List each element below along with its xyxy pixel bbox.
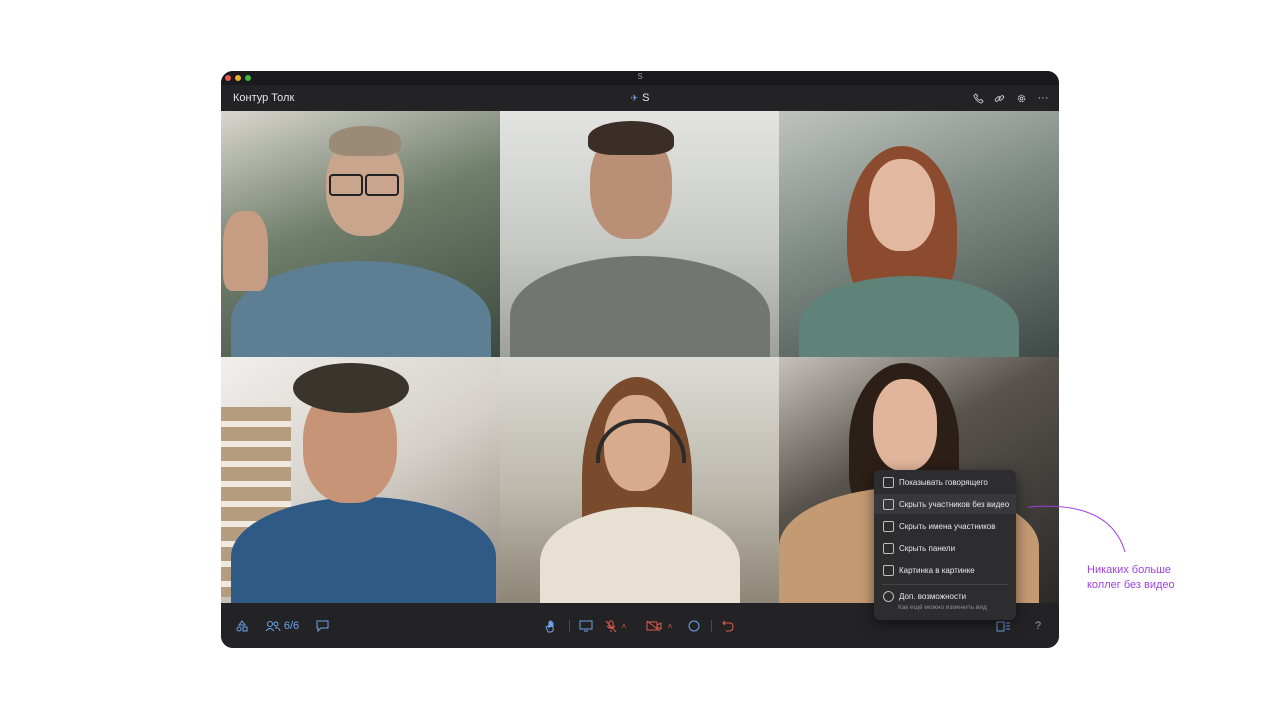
menu-item-picture-in-picture[interactable]: Картинка в картинке xyxy=(874,560,1016,580)
participant-face xyxy=(869,159,935,251)
shapes-icon[interactable] xyxy=(235,618,249,634)
glasses-icon xyxy=(329,174,363,196)
annotation-callout-line xyxy=(1027,505,1126,553)
phone-icon[interactable] xyxy=(971,91,985,105)
app-header: Контур Толк ✈ S ··· xyxy=(221,85,1059,111)
menu-item-more-options-sublabel: Как ещё можно изменить вид xyxy=(898,604,987,611)
leave-call-icon[interactable] xyxy=(721,618,735,634)
menu-item-hide-names[interactable]: Скрыть имена участников xyxy=(874,516,1016,536)
camera-off-icon[interactable] xyxy=(645,618,663,634)
waving-hand xyxy=(223,211,268,291)
participants-button[interactable]: 6/6 xyxy=(262,618,302,634)
participants-count: 6/6 xyxy=(283,620,300,632)
more-options-icon[interactable]: ··· xyxy=(1036,91,1050,105)
raise-hand-icon[interactable] xyxy=(544,618,558,634)
screen-share-icon[interactable] xyxy=(578,618,594,634)
hide-participants-icon xyxy=(883,498,894,510)
link-icon[interactable] xyxy=(992,91,1006,105)
picture-in-picture-icon xyxy=(883,564,894,576)
menu-item-show-speaker[interactable]: Показывать говорящего xyxy=(874,472,1016,492)
participant-tile[interactable] xyxy=(500,357,779,603)
record-icon[interactable] xyxy=(687,618,701,634)
os-titlebar: S xyxy=(221,71,1059,85)
annotation-text: Никаких больше коллег без видео xyxy=(1087,563,1175,593)
chat-icon[interactable] xyxy=(315,618,329,634)
menu-item-more-options[interactable]: Доп. возможности xyxy=(874,586,1016,606)
mic-off-icon[interactable] xyxy=(604,618,618,634)
participant-tile[interactable] xyxy=(221,357,500,603)
participant-face xyxy=(873,379,937,471)
hide-names-icon xyxy=(883,520,894,532)
view-options-menu: Показывать говорящего Скрыть участников … xyxy=(874,470,1016,620)
annotation-line-2: коллег без видео xyxy=(1087,579,1175,591)
menu-item-hide-participants-without-video[interactable]: Скрыть участников без видео xyxy=(874,494,1016,514)
participant-tile[interactable] xyxy=(500,111,779,357)
settings-gear-icon[interactable] xyxy=(1014,91,1028,105)
annotation-line-1: Никаких больше xyxy=(1087,564,1172,576)
menu-divider xyxy=(882,584,1008,585)
menu-item-hide-panels[interactable]: Скрыть панели xyxy=(874,538,1016,558)
meeting-title[interactable]: ✈ S xyxy=(221,92,1059,104)
participant-tile[interactable] xyxy=(221,111,500,357)
os-window-title: S xyxy=(637,72,643,81)
participant-tile[interactable] xyxy=(779,111,1059,357)
meeting-name: S xyxy=(642,92,650,104)
help-icon[interactable]: ? xyxy=(1033,618,1043,634)
camera-options-chevron-icon[interactable]: ˄ xyxy=(666,618,674,634)
mic-options-chevron-icon[interactable]: ˄ xyxy=(620,618,628,634)
speaker-icon xyxy=(883,476,894,488)
participants-icon xyxy=(265,621,281,632)
layout-view-icon[interactable] xyxy=(995,618,1011,634)
hide-panels-icon xyxy=(883,542,894,554)
pin-icon: ✈ xyxy=(630,93,639,103)
info-icon xyxy=(883,590,894,602)
